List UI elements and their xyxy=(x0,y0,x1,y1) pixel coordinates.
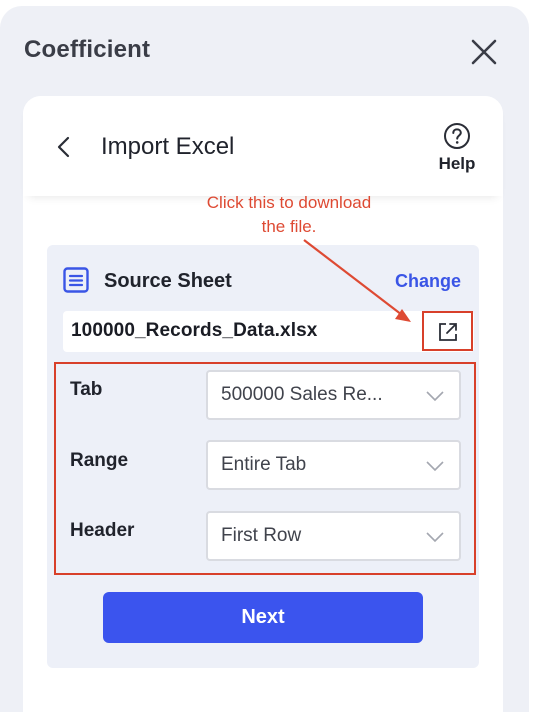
range-select[interactable]: Entire Tab xyxy=(206,440,461,490)
file-name: 100000_Records_Data.xlsx xyxy=(71,320,318,341)
sheet-icon xyxy=(63,267,89,293)
close-icon xyxy=(471,39,497,65)
tab-label: Tab xyxy=(70,379,103,400)
header-select[interactable]: First Row xyxy=(206,511,461,561)
external-link-icon xyxy=(439,323,457,341)
chevron-down-icon xyxy=(426,532,444,543)
chevron-down-icon xyxy=(426,461,444,472)
help-circle-icon xyxy=(444,123,470,149)
import-fields: Tab 500000 Sales Re... Range Entire Tab … xyxy=(54,362,476,575)
help-label: Help xyxy=(438,154,476,173)
tab-select[interactable]: 500000 Sales Re... xyxy=(206,370,461,420)
change-link[interactable]: Change xyxy=(395,271,461,292)
help-button[interactable]: Help xyxy=(433,122,481,174)
range-select-value: Entire Tab xyxy=(221,454,307,475)
back-button[interactable] xyxy=(53,135,77,159)
page-title: Import Excel xyxy=(101,133,235,160)
header-label: Header xyxy=(70,520,135,541)
file-row: 100000_Records_Data.xlsx xyxy=(63,311,474,352)
app-title: Coefficient xyxy=(24,36,151,63)
annotation-text: Click this to download the file. xyxy=(206,193,372,236)
card-header: Import Excel Help xyxy=(23,96,503,196)
tab-select-value: 500000 Sales Re... xyxy=(221,384,383,405)
chevron-left-icon xyxy=(57,136,70,158)
header-select-value: First Row xyxy=(221,525,302,546)
range-label: Range xyxy=(70,450,129,471)
open-file-button[interactable] xyxy=(422,311,473,351)
source-sheet-label: Source Sheet xyxy=(104,270,232,292)
close-button[interactable] xyxy=(468,36,500,68)
chevron-down-icon xyxy=(426,391,444,402)
next-button[interactable]: Next xyxy=(103,592,423,643)
